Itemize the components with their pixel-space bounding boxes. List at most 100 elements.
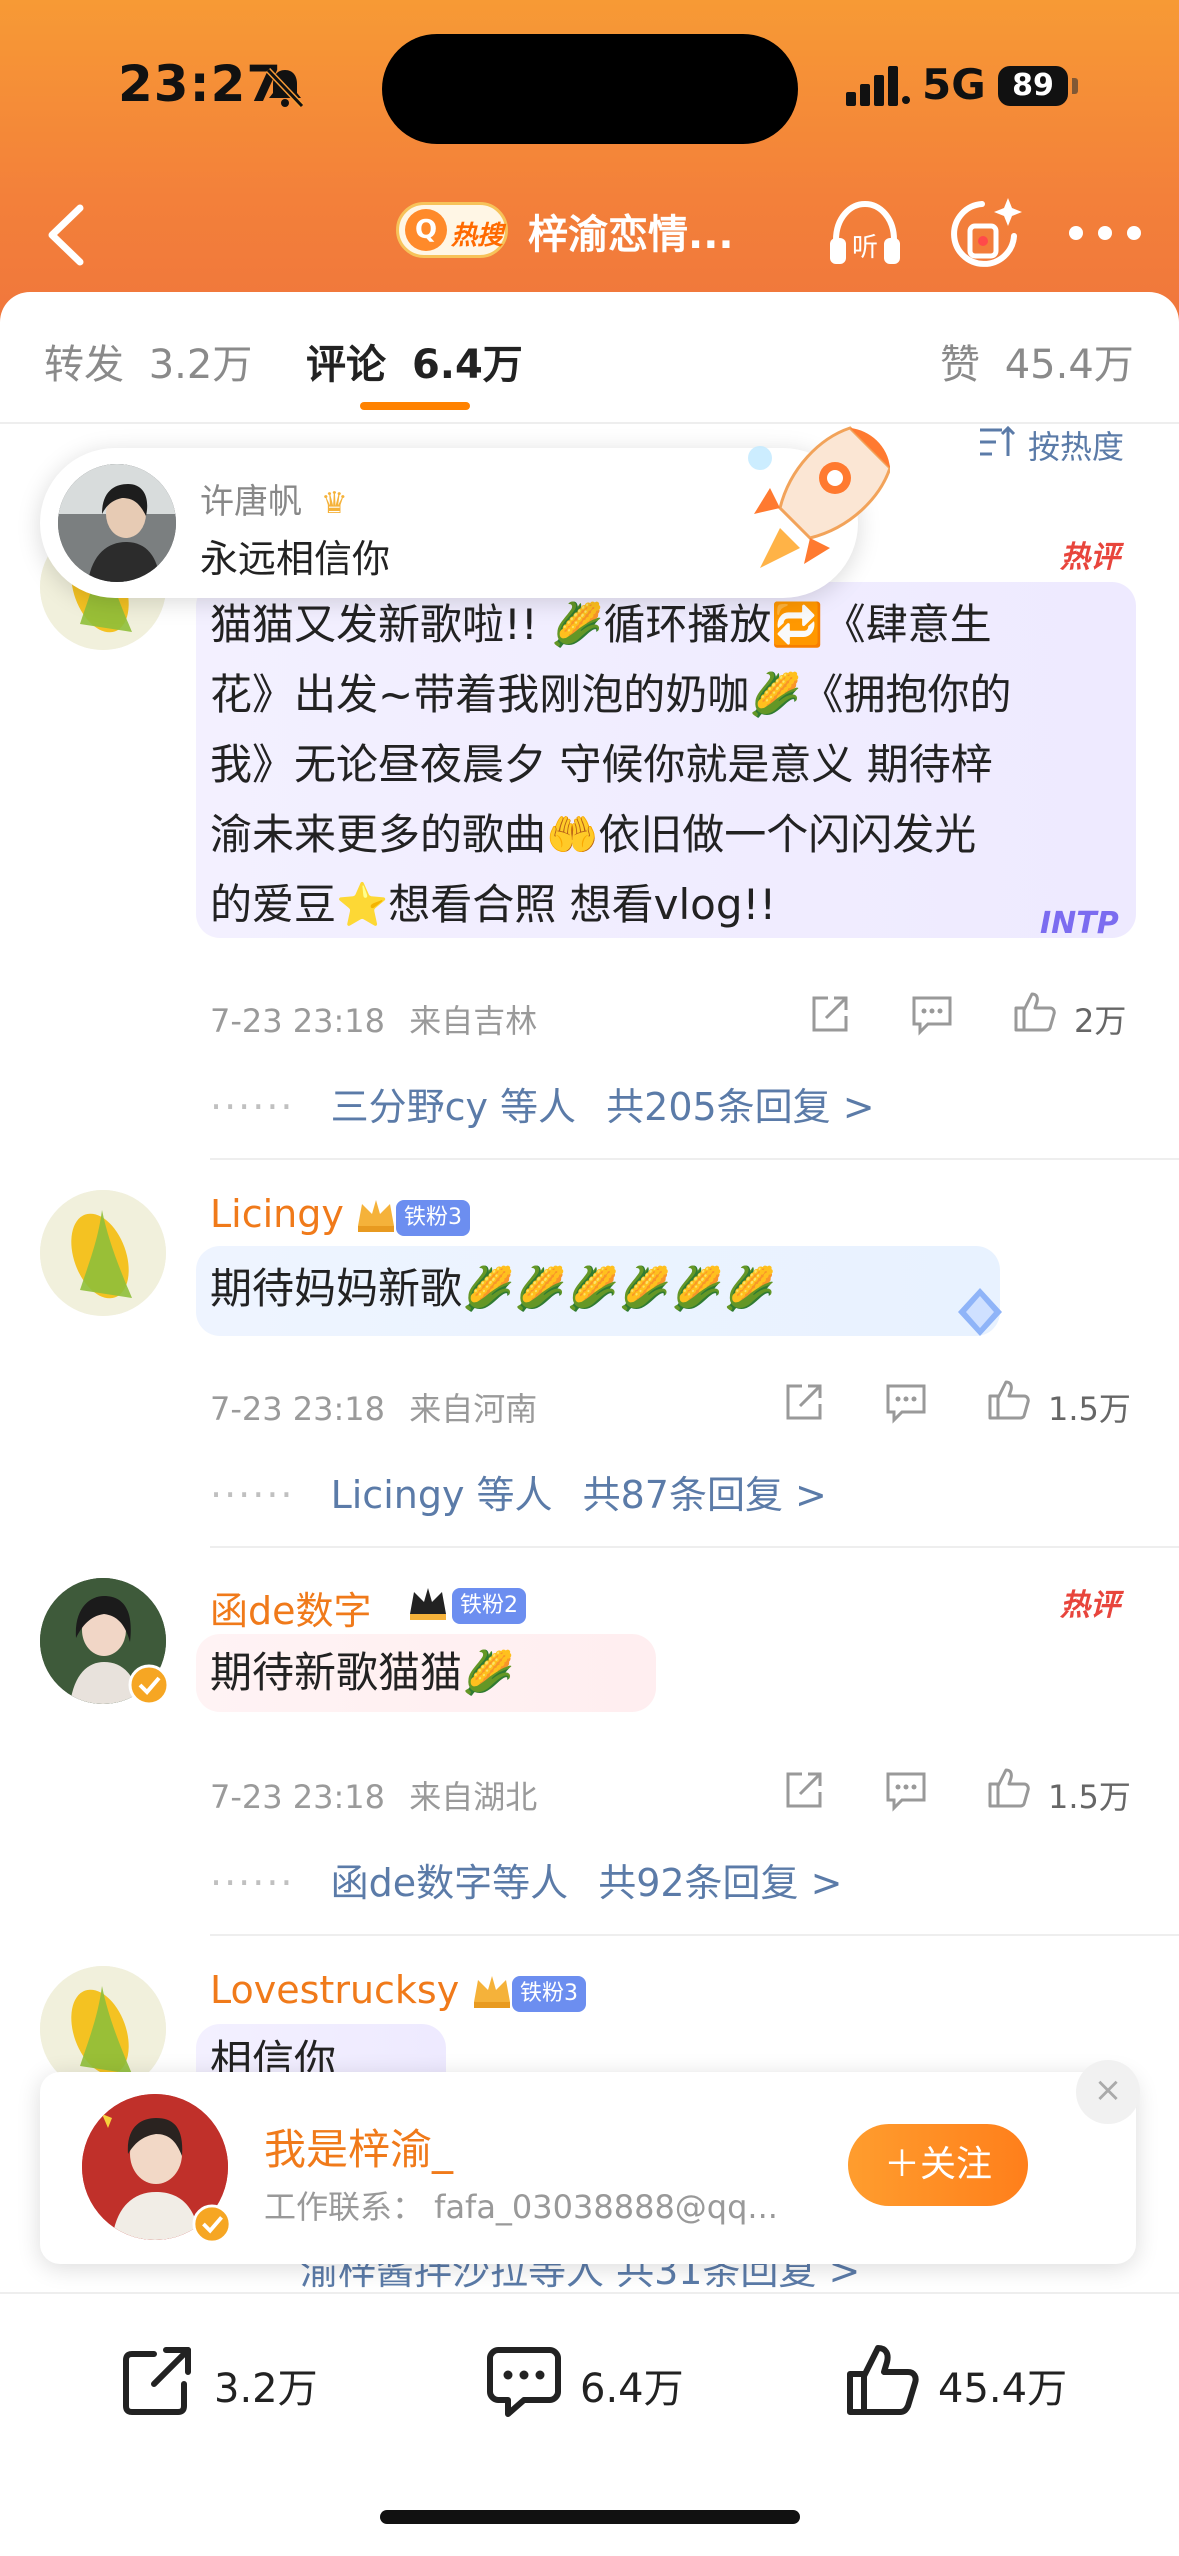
reply-dots: ······	[210, 1861, 295, 1905]
ai-card-icon[interactable]	[942, 190, 1028, 276]
diamond-icon	[958, 1288, 1002, 1336]
verified-badge-icon	[192, 2204, 232, 2244]
corn-avatar-icon	[40, 1190, 166, 1316]
tab-reposts-label: 转发	[44, 342, 124, 388]
dynamic-island	[382, 34, 798, 144]
reply-count: 共87条回复 >	[582, 1473, 827, 1517]
sort-by-hotness[interactable]: 按热度	[1028, 422, 1124, 468]
comment-line: 花》出发~带着我刚泡的奶咖🌽《拥抱你的	[210, 670, 1012, 719]
tab-comments[interactable]: 评论 6.4万	[306, 332, 523, 390]
comment-text: 期待妈妈新歌🌽🌽🌽🌽🌽🌽	[210, 1264, 776, 1313]
comment-username[interactable]: 函de数字	[210, 1580, 372, 1635]
comment-icon[interactable]	[882, 1378, 930, 1426]
tab-comments-count: 6.4万	[411, 342, 523, 388]
sort-icon[interactable]	[978, 424, 1016, 460]
comment-location: 来自吉林	[409, 1002, 538, 1040]
hot-comment-badge: 热评	[1060, 540, 1120, 575]
comment-icon[interactable]	[882, 1766, 930, 1814]
search-icon: Q	[405, 209, 447, 251]
follow-contact-info: 工作联系： fafa_03038888@qq...	[264, 2188, 778, 2226]
fan-level-badge: 铁粉3	[396, 1200, 470, 1236]
comment-line: 渝未来更多的歌曲🤲依旧做一个闪闪发光	[210, 810, 977, 859]
avatar[interactable]	[40, 1190, 166, 1316]
follow-suggestion-card[interactable]: 我是梓渝_ 工作联系： fafa_03038888@qq... ＋关注	[40, 2072, 1136, 2264]
more-options-icon[interactable]	[1062, 210, 1148, 256]
tab-comments-label: 评论	[306, 342, 386, 388]
page-title[interactable]: 梓渝恋情...	[528, 202, 734, 260]
top-nav: Q 热搜 梓渝恋情... 听	[0, 180, 1179, 290]
close-follow-card-button[interactable]: ×	[1076, 2060, 1140, 2124]
svg-text:听: 听	[852, 233, 878, 263]
like-icon[interactable]	[1010, 988, 1058, 1036]
clock: 23:27	[118, 55, 283, 113]
comment-meta: 7-23 23:18 来自吉林	[210, 996, 537, 1042]
reply-names: 三分野cy 等人	[330, 1085, 577, 1129]
popup-message: 永远相信你	[200, 537, 391, 581]
popup-avatar	[58, 464, 176, 582]
popup-username-text: 许唐帆	[200, 482, 302, 522]
reply-names: 函de数字等人	[330, 1861, 569, 1905]
popup-username: 许唐帆 ♛	[200, 474, 348, 523]
comment-location: 来自河南	[409, 1390, 538, 1428]
comment-location: 来自湖北	[409, 1778, 538, 1816]
comment-count: 6.4万	[580, 2366, 684, 2412]
home-indicator[interactable]	[380, 2510, 800, 2524]
headphones-icon[interactable]: 听	[822, 190, 908, 276]
reply-summary[interactable]: ······ 三分野cy 等人 共205条回复 >	[210, 1076, 875, 1131]
divider	[210, 1158, 1179, 1160]
mbti-tag: INTP	[1040, 906, 1119, 941]
network-type: 5G	[922, 60, 986, 109]
tab-bar: 转发 3.2万 评论 6.4万 赞 45.4万	[0, 292, 1179, 422]
tab-likes[interactable]: 赞 45.4万	[940, 332, 1134, 390]
like-icon[interactable]	[984, 1376, 1032, 1424]
verified-badge-icon	[128, 1664, 170, 1706]
comment-meta: 7-23 23:18 来自河南	[210, 1384, 537, 1430]
crown-icon: ♛	[320, 486, 348, 521]
comment-username[interactable]: Lovestrucksy	[210, 1968, 459, 2012]
repost-icon[interactable]	[806, 990, 854, 1038]
signal-icon	[846, 66, 910, 106]
comment-time: 7-23 23:18	[210, 1002, 386, 1040]
comment-text: 期待新歌猫猫🌽	[210, 1648, 515, 1697]
comment-username[interactable]: Licingy	[210, 1192, 344, 1236]
like-action[interactable]: 45.4万	[842, 2330, 1102, 2430]
repost-icon[interactable]	[780, 1766, 828, 1814]
fan-level-badge: 铁粉3	[512, 1976, 586, 2012]
reply-summary[interactable]: ······ Licingy 等人 共87条回复 >	[210, 1464, 827, 1519]
reply-count: 共92条回复 >	[598, 1861, 843, 1905]
battery-indicator: 89	[998, 66, 1068, 106]
hot-comment-badge: 热评	[1060, 1588, 1120, 1623]
comment-text: 猫猫又发新歌啦!! 🌽循环播放🔁《肆意生 花》出发~带着我刚泡的奶咖🌽《拥抱你的…	[210, 590, 1012, 940]
reply-dots: ······	[210, 1085, 295, 1129]
like-icon	[847, 2345, 919, 2415]
reply-names: Licingy 等人	[330, 1473, 553, 1517]
repost-icon[interactable]	[780, 1378, 828, 1426]
live-message-popup[interactable]: 许唐帆 ♛ 永远相信你	[40, 426, 890, 598]
rocket-icon	[748, 426, 890, 568]
comment-time: 7-23 23:18	[210, 1390, 386, 1428]
follow-username[interactable]: 我是梓渝_	[264, 2116, 453, 2177]
comment-action[interactable]: 6.4万	[484, 2330, 724, 2430]
comment-icon	[487, 2347, 561, 2417]
follow-button[interactable]: ＋关注	[848, 2124, 1028, 2206]
battery-tip	[1072, 78, 1078, 94]
hot-search-badge[interactable]: Q 热搜	[396, 202, 508, 258]
status-bar: 23:27 5G 89	[0, 0, 1179, 180]
like-icon[interactable]	[984, 1764, 1032, 1812]
repost-count: 3.2万	[214, 2366, 318, 2412]
comment-line: 的爱豆⭐想看合照 想看vlog!!	[210, 880, 777, 929]
active-tab-indicator	[360, 402, 470, 410]
crown-icon	[358, 1200, 394, 1232]
comment-meta: 7-23 23:18 来自湖北	[210, 1772, 537, 1818]
repost-action[interactable]: 3.2万	[118, 2330, 338, 2430]
comment-line: 猫猫又发新歌啦!! 🌽循环播放🔁《肆意生	[210, 600, 992, 649]
reply-summary[interactable]: ······ 函de数字等人 共92条回复 >	[210, 1852, 842, 1907]
reply-dots: ······	[210, 1473, 295, 1517]
like-count: 45.4万	[938, 2366, 1068, 2412]
back-arrow-icon[interactable]	[30, 190, 100, 280]
tab-reposts[interactable]: 转发 3.2万	[44, 332, 252, 390]
comment-time: 7-23 23:18	[210, 1778, 386, 1816]
divider	[210, 1934, 1179, 1936]
comment-icon[interactable]	[908, 990, 956, 1038]
reply-count: 共205条回复 >	[606, 1085, 875, 1129]
